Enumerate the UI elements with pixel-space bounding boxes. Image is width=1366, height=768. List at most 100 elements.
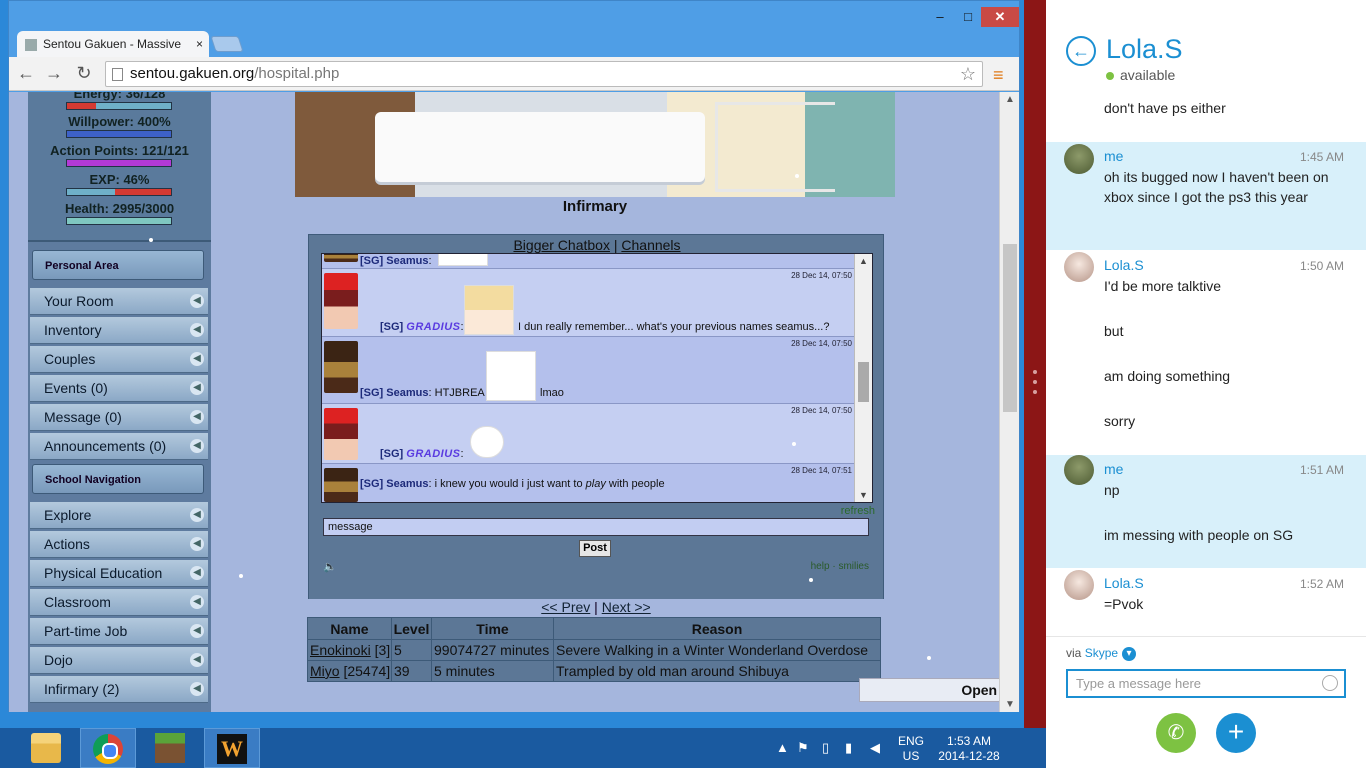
bigger-chatbox-link[interactable]: Bigger Chatbox — [513, 237, 610, 253]
patient-name-link[interactable]: Miyo — [310, 663, 340, 679]
next-link[interactable]: Next >> — [602, 599, 651, 615]
chat-links: Bigger Chatbox | Channels — [309, 237, 885, 253]
sound-icon[interactable]: 🔈 — [323, 560, 337, 573]
chrome-icon — [93, 734, 123, 764]
chat-message-text: [SG] Seamus: — [360, 255, 432, 267]
scroll-up-icon[interactable]: ▲ — [1000, 94, 1019, 105]
message-text: don't have ps either — [1104, 100, 1226, 116]
power-icon[interactable]: ▯ — [822, 740, 829, 756]
chat-scrollbar[interactable]: ▲ ▼ — [854, 254, 872, 502]
smilies-link[interactable]: smilies — [838, 561, 869, 572]
maximize-button[interactable]: □ — [957, 7, 979, 27]
willpower-label: Willpower: 400% — [68, 114, 171, 129]
chevron-left-icon: ◀ — [190, 352, 204, 366]
input-language[interactable]: ENG US — [896, 734, 926, 764]
sidebar-item-label: Physical Education — [44, 565, 163, 581]
tab-close-icon[interactable]: × — [196, 31, 203, 57]
sidebar-item[interactable]: Actions ◀ — [30, 531, 208, 558]
snowflake — [239, 574, 243, 578]
sidebar-item[interactable]: Part-time Job ◀ — [30, 618, 208, 645]
action-points-bar — [66, 159, 172, 167]
willpower-bar — [66, 130, 172, 138]
chevron-left-icon: ◀ — [190, 410, 204, 424]
sidebar-item[interactable]: Infirmary (2) ◀ — [30, 676, 208, 703]
sidebar-item-label: Inventory — [44, 322, 102, 338]
back-icon[interactable]: ← — [15, 63, 37, 84]
page-scrollbar[interactable]: ▲ ▼ — [999, 92, 1019, 712]
level-cell: 39 — [391, 660, 432, 682]
message-timestamp: 28 Dec 14, 07:50 — [791, 271, 852, 280]
call-button[interactable]: ✆ — [1156, 713, 1196, 753]
close-window-button[interactable]: ✕ — [981, 7, 1019, 27]
time-cell: 5 minutes — [431, 660, 554, 682]
sender-name: me — [1104, 148, 1124, 164]
via-skype[interactable]: via Skype ▾ — [1066, 646, 1137, 661]
scroll-up-icon[interactable]: ▲ — [855, 256, 872, 266]
clock[interactable]: 1:53 AM 2014-12-28 — [934, 734, 1004, 764]
scroll-thumb[interactable] — [858, 362, 869, 402]
scroll-down-icon[interactable]: ▼ — [1000, 699, 1019, 710]
chrome-taskbar-button[interactable] — [80, 728, 136, 768]
forward-icon[interactable]: → — [43, 63, 65, 84]
sidebar-item[interactable]: Events (0) ◀ — [30, 375, 208, 402]
channels-link[interactable]: Channels — [621, 237, 680, 253]
chat-message: don't have ps either — [1046, 98, 1366, 140]
chevron-left-icon: ◀ — [190, 682, 204, 696]
sidebar-item[interactable]: Couples ◀ — [30, 346, 208, 373]
message-timestamp: 28 Dec 14, 07:51 — [791, 466, 852, 475]
post-button[interactable]: Post — [579, 540, 611, 557]
user-avatar — [324, 254, 358, 262]
sidebar-item-label: Your Room — [44, 293, 114, 309]
add-button[interactable]: + — [1216, 713, 1256, 753]
scroll-thumb[interactable] — [1003, 244, 1017, 412]
w-app-taskbar-button[interactable]: W — [204, 728, 260, 768]
browser-tab[interactable]: Sentou Gakuen - Massive × — [17, 31, 209, 57]
network-icon[interactable]: ▮ — [845, 740, 852, 756]
sidebar-item[interactable]: Physical Education ◀ — [30, 560, 208, 587]
sidebar-item[interactable]: Your Room ◀ — [30, 288, 208, 315]
sidebar-item[interactable]: Announcements (0) ◀ — [30, 433, 208, 460]
sidebar-item[interactable]: Classroom ◀ — [30, 589, 208, 616]
action-center-flag-icon[interactable]: ⚑ — [797, 740, 809, 756]
message-text: im messing with people on SG — [1104, 527, 1294, 543]
help-link[interactable]: help — [811, 561, 830, 572]
sidebar-item[interactable]: Message (0) ◀ — [30, 404, 208, 431]
refresh-link[interactable]: refresh — [841, 505, 875, 517]
minimize-button[interactable]: – — [929, 7, 951, 27]
avatar — [1064, 252, 1094, 282]
file-explorer-taskbar-button[interactable] — [20, 728, 72, 768]
prev-link[interactable]: << Prev — [541, 599, 590, 615]
action-points-fill — [67, 160, 171, 166]
message-timestamp: 28 Dec 14, 07:50 — [791, 406, 852, 415]
sidebar-item-label: Explore — [44, 507, 92, 523]
new-tab-button[interactable] — [210, 36, 244, 52]
reload-icon[interactable]: ↻ — [73, 63, 95, 84]
emoticon-icon[interactable] — [1322, 675, 1338, 691]
sidebar-item[interactable]: Inventory ◀ — [30, 317, 208, 344]
volume-icon[interactable]: ◀ — [870, 740, 880, 756]
patient-name-link[interactable]: Enokinoki — [310, 642, 371, 658]
browser-menu-icon[interactable]: ≡ — [993, 65, 1004, 86]
open-school-chat-button[interactable]: Open School Chat — [859, 678, 1019, 702]
bookmark-star-icon[interactable]: ☆ — [960, 62, 976, 86]
address-bar[interactable]: sentou.gakuen.org/hospital.php ☆ — [105, 61, 983, 87]
w-app-icon: W — [217, 734, 247, 764]
message-time: 1:50 AM — [1299, 259, 1344, 273]
sidebar-item[interactable]: Explore ◀ — [30, 502, 208, 529]
sticker-image — [486, 351, 536, 401]
back-arrow-icon[interactable]: ← — [1066, 36, 1096, 66]
snap-divider-grip-icon[interactable] — [1031, 370, 1039, 400]
user-avatar — [324, 408, 358, 460]
user-avatar — [324, 341, 358, 393]
chevron-left-icon: ◀ — [190, 537, 204, 551]
minecraft-taskbar-button[interactable] — [144, 728, 196, 768]
skype-message-input[interactable]: Type a message here — [1066, 669, 1346, 698]
chat-message-input[interactable]: message — [323, 518, 869, 536]
chat-link-separator: | — [613, 237, 618, 253]
show-hidden-icons-icon[interactable]: ▲ — [776, 740, 789, 755]
message-text: I'd be more talktive — [1104, 278, 1222, 294]
level-cell: 5 — [391, 639, 432, 661]
sidebar-item[interactable]: Dojo ◀ — [30, 647, 208, 674]
scroll-down-icon[interactable]: ▼ — [855, 490, 872, 500]
stats-panel: Energy: 36/128 Willpower: 400% Action Po… — [28, 92, 211, 242]
